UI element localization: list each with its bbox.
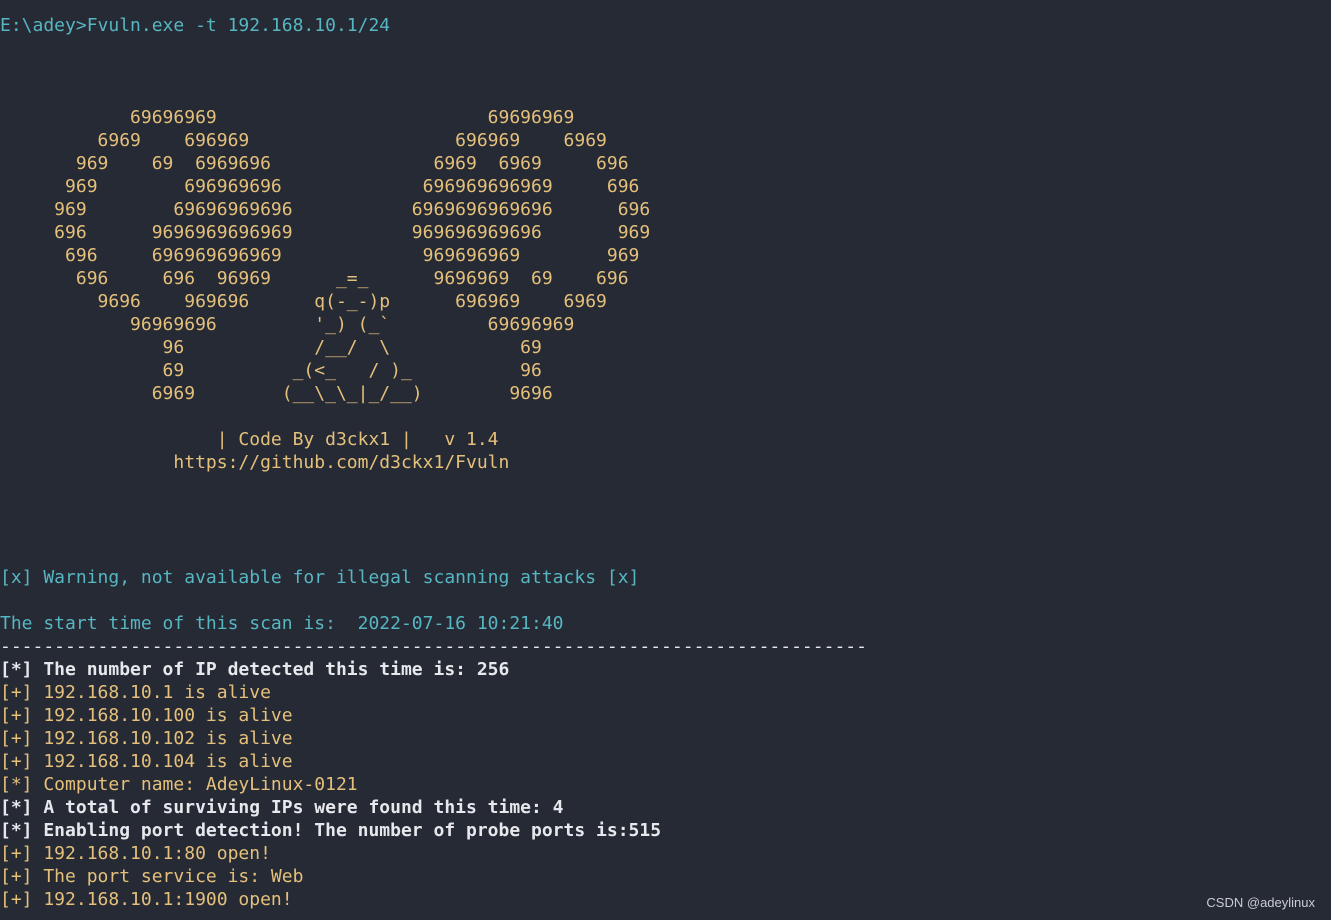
terminal-output: E:\adey>Fvuln.exe -t 192.168.10.1/24 696… xyxy=(0,14,1331,911)
warning-line: [x] Warning, not available for illegal s… xyxy=(0,567,640,588)
banner-line: 6969 696969 696969 6969 xyxy=(0,130,607,151)
output-line: [*] Computer name: AdeyLinux-0121 xyxy=(0,774,358,795)
output-line: [+] 192.168.10.1:80 open! xyxy=(0,843,271,864)
command-line: E:\adey>Fvuln.exe -t 192.168.10.1/24 xyxy=(0,15,391,36)
banner-line: 69 _(<_ / )_ 96 xyxy=(0,360,542,381)
banner-line: 6969 (__\_\_|_/__) 9696 xyxy=(0,383,553,404)
banner-line: 969 69696969696 6969696969696 696 xyxy=(0,199,651,220)
banner-line: 969 69 6969696 6969 6969 696 xyxy=(0,153,629,174)
banner-line: 96969696 '_) (_` 69696969 xyxy=(0,314,575,335)
banner-line: 696 696 96969 _=_ 9696969 69 696 xyxy=(0,268,629,289)
output-line: [+] 192.168.10.104 is alive xyxy=(0,751,293,772)
banner-line xyxy=(0,520,1331,543)
banner-line: 9696 969696 q(-_-)p 696969 6969 xyxy=(0,291,607,312)
separator-line: ----------------------------------------… xyxy=(0,636,867,657)
watermark: CSDN @adeylinux xyxy=(1206,895,1315,910)
banner-line: 696 9696969696969 969696969696 969 xyxy=(0,222,651,243)
banner-line xyxy=(0,37,1331,60)
banner-line xyxy=(0,60,1331,83)
output-line: [+] 192.168.10.1:1900 open! xyxy=(0,889,293,910)
output-line: [+] 192.168.10.102 is alive xyxy=(0,728,293,749)
output-line: [*] The number of IP detected this time … xyxy=(0,659,510,680)
output-line: [*] Enabling port detection! The number … xyxy=(0,820,662,841)
output-line: [+] The port service is: Web xyxy=(0,866,304,887)
output-line: [+] 192.168.10.100 is alive xyxy=(0,705,293,726)
output-line: [*] A total of surviving IPs were found … xyxy=(0,797,564,818)
banner-line xyxy=(0,497,1331,520)
banner-line: 969 696969696 696969696969 696 xyxy=(0,176,640,197)
banner-line: 696 696969696969 969696969 969 xyxy=(0,245,640,266)
banner-line xyxy=(0,543,1331,566)
banner-line xyxy=(0,405,1331,428)
scan-output: [*] The number of IP detected this time … xyxy=(0,658,1331,911)
output-line: [+] 192.168.10.1 is alive xyxy=(0,682,271,703)
banner-line: https://github.com/d3ckx1/Fvuln xyxy=(0,452,510,473)
banner-line: 69696969 69696969 xyxy=(0,107,575,128)
banner-line: | Code By d3ckx1 | v 1.4 xyxy=(0,429,499,450)
start-time-line: The start time of this scan is: 2022-07-… xyxy=(0,613,564,634)
ascii-banner: 69696969 69696969 6969 696969 696969 696… xyxy=(0,37,1331,566)
banner-line xyxy=(0,474,1331,497)
banner-line: 96 /__/ \ 69 xyxy=(0,337,542,358)
banner-line xyxy=(0,83,1331,106)
